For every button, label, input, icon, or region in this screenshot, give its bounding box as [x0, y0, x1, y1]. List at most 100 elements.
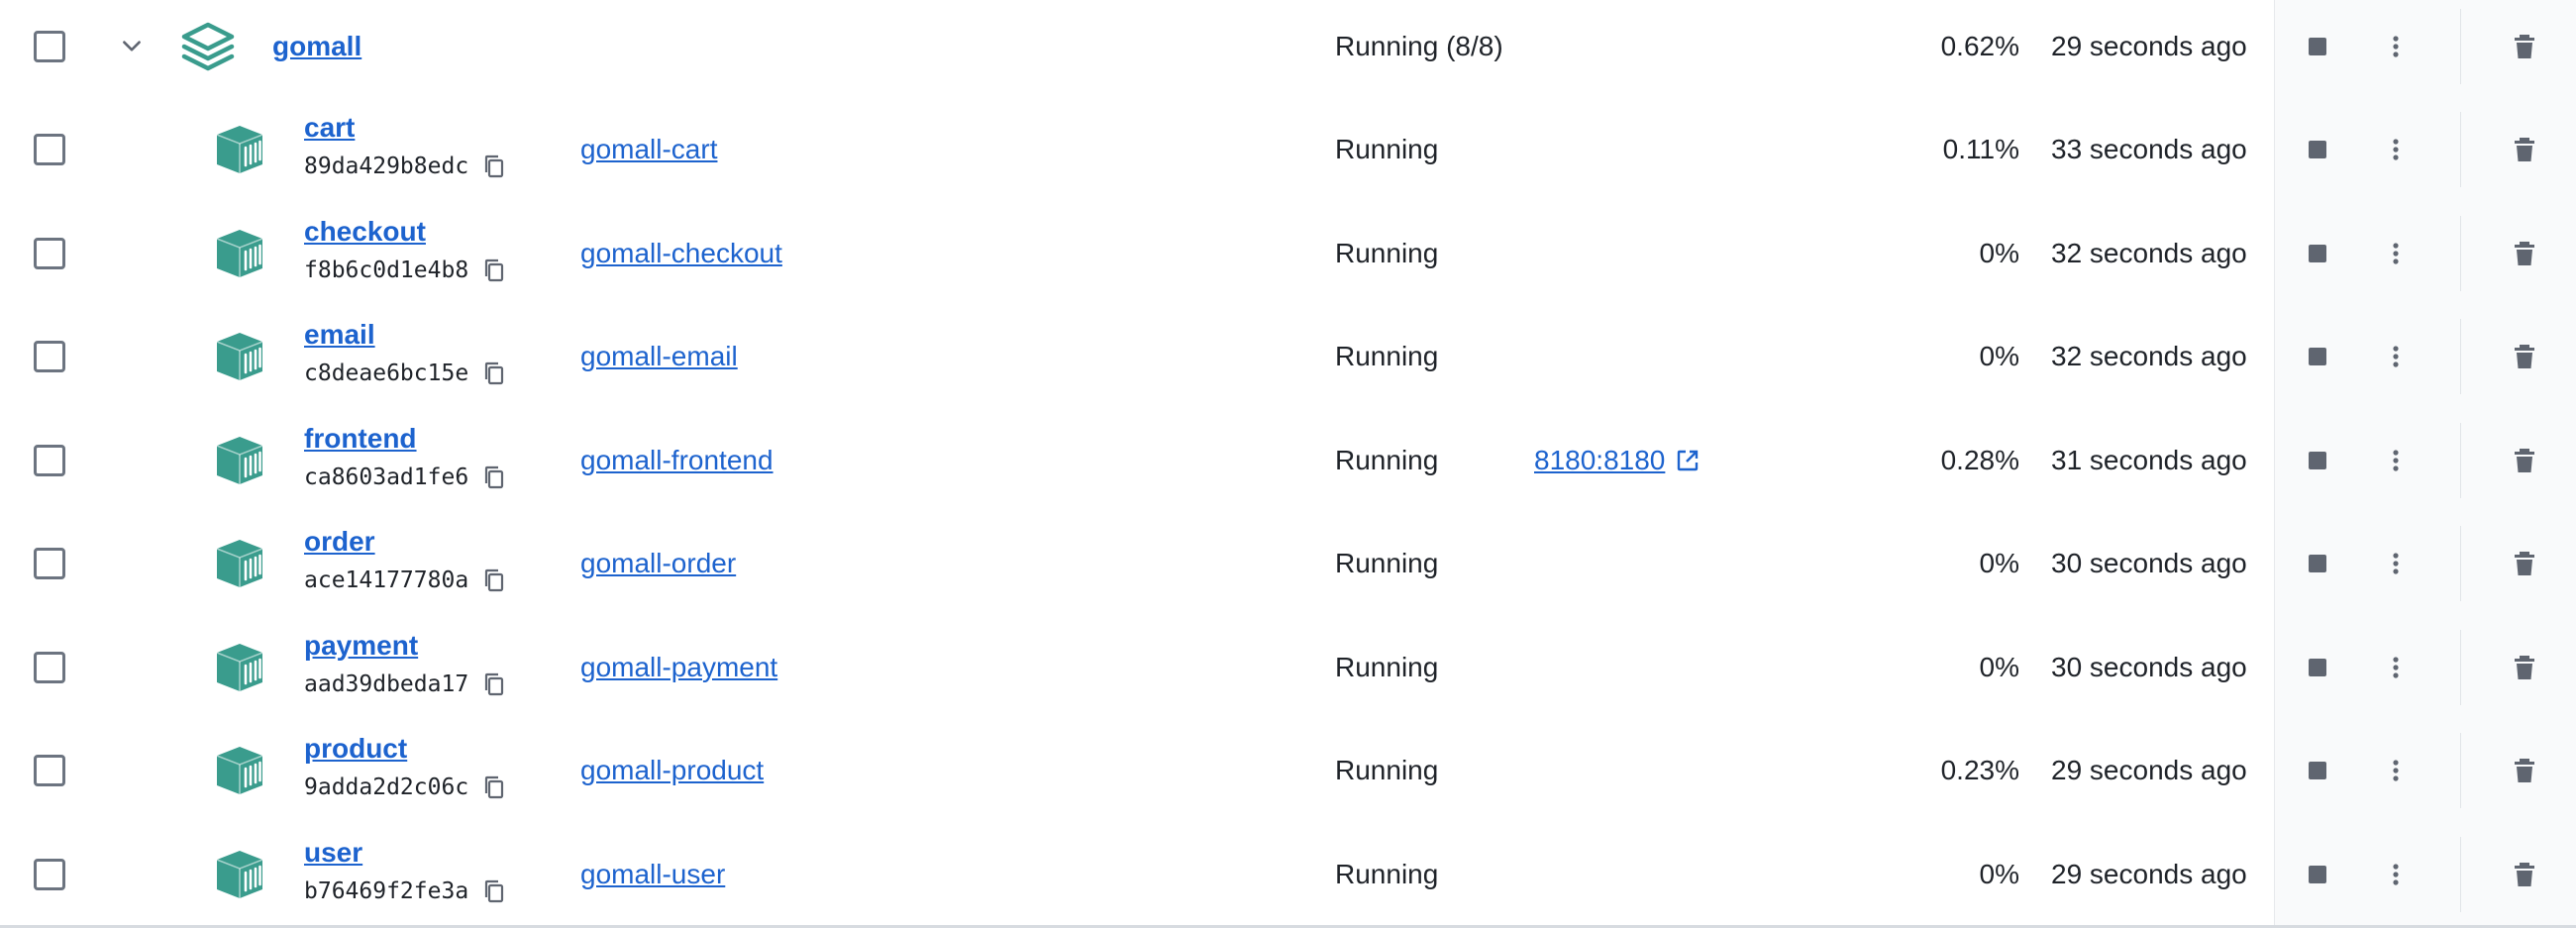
stop-icon[interactable]: [2307, 243, 2328, 264]
action-separator: [2460, 836, 2461, 912]
container-icon: [216, 540, 263, 587]
container-id-text: 9adda2d2c06c: [304, 774, 469, 800]
image-link[interactable]: gomall-user: [580, 859, 725, 890]
trash-icon[interactable]: [2510, 32, 2539, 61]
copy-icon[interactable]: [482, 258, 506, 283]
container-id: b76469f2fe3a: [304, 878, 506, 904]
trash-icon[interactable]: [2510, 342, 2539, 371]
stop-icon[interactable]: [2307, 346, 2328, 367]
container-id-text: ca8603ad1fe6: [304, 464, 469, 490]
stop-icon[interactable]: [2307, 450, 2328, 471]
container-cpu: 0.28%: [1940, 444, 2019, 475]
copy-icon[interactable]: [482, 671, 506, 697]
container-started: 33 seconds ago: [2051, 134, 2247, 164]
trash-icon[interactable]: [2510, 135, 2539, 164]
port-link[interactable]: 8180:8180: [1534, 445, 1700, 476]
container-row: order ace14177780a gomall-order Running …: [0, 512, 2576, 615]
container-name-link[interactable]: frontend: [304, 423, 417, 455]
trash-icon[interactable]: [2510, 549, 2539, 578]
container-id: ca8603ad1fe6: [304, 464, 506, 490]
row-checkbox[interactable]: [34, 651, 65, 683]
more-vertical-icon[interactable]: [2381, 549, 2411, 578]
action-separator: [2460, 422, 2461, 498]
container-name-link[interactable]: order: [304, 526, 375, 558]
port-text[interactable]: 8180:8180: [1534, 445, 1665, 476]
row-checkbox[interactable]: [34, 444, 65, 476]
image-link[interactable]: gomall-product: [580, 755, 764, 786]
more-vertical-icon[interactable]: [2381, 135, 2411, 164]
container-cpu: 0%: [1979, 858, 2019, 889]
copy-icon[interactable]: [482, 567, 506, 593]
container-name-link[interactable]: product: [304, 733, 407, 765]
stack-icon: [181, 22, 235, 71]
copy-icon[interactable]: [482, 774, 506, 800]
image-link[interactable]: gomall-payment: [580, 652, 777, 683]
row-checkbox[interactable]: [34, 134, 65, 165]
image-link[interactable]: gomall-email: [580, 341, 738, 372]
external-link-icon[interactable]: [1675, 448, 1700, 473]
container-name-link[interactable]: user: [304, 837, 362, 869]
image-link[interactable]: gomall-cart: [580, 134, 717, 165]
stop-icon[interactable]: [2307, 864, 2328, 885]
container-icon: [216, 229, 263, 277]
row-checkbox[interactable]: [34, 858, 65, 890]
container-icon: [216, 747, 263, 794]
trash-icon[interactable]: [2510, 756, 2539, 785]
stop-icon[interactable]: [2307, 139, 2328, 160]
container-status: Running: [1335, 134, 1439, 164]
stop-icon[interactable]: [2307, 36, 2328, 57]
stop-icon[interactable]: [2307, 553, 2328, 574]
image-link[interactable]: gomall-order: [580, 548, 736, 579]
container-id: aad39dbeda17: [304, 671, 506, 697]
trash-icon[interactable]: [2510, 653, 2539, 682]
container-id: c8deae6bc15e: [304, 361, 506, 386]
row-checkbox[interactable]: [34, 31, 65, 62]
action-separator: [2460, 319, 2461, 394]
copy-icon[interactable]: [482, 878, 506, 904]
more-vertical-icon[interactable]: [2381, 239, 2411, 268]
container-row: user b76469f2fe3a gomall-user Running 0%…: [0, 823, 2576, 926]
more-vertical-icon[interactable]: [2381, 446, 2411, 475]
trash-icon[interactable]: [2510, 860, 2539, 889]
group-status: Running (8/8): [1335, 31, 1503, 61]
container-name-link[interactable]: checkout: [304, 216, 426, 248]
stop-icon[interactable]: [2307, 657, 2328, 678]
row-checkbox[interactable]: [34, 341, 65, 372]
chevron-down-icon[interactable]: [119, 34, 145, 59]
container-status: Running: [1335, 341, 1439, 371]
image-link[interactable]: gomall-checkout: [580, 238, 782, 269]
container-started: 30 seconds ago: [2051, 651, 2247, 682]
container-started: 31 seconds ago: [2051, 444, 2247, 475]
more-vertical-icon[interactable]: [2381, 756, 2411, 785]
container-id: f8b6c0d1e4b8: [304, 258, 506, 283]
image-link[interactable]: gomall-frontend: [580, 445, 773, 476]
copy-icon[interactable]: [482, 361, 506, 386]
more-vertical-icon[interactable]: [2381, 653, 2411, 682]
container-id-text: b76469f2fe3a: [304, 877, 469, 904]
more-vertical-icon[interactable]: [2381, 860, 2411, 889]
stop-icon[interactable]: [2307, 760, 2328, 781]
action-separator: [2460, 9, 2461, 84]
container-name-link[interactable]: payment: [304, 630, 418, 662]
group-name-link[interactable]: gomall: [272, 31, 361, 62]
group-started: 29 seconds ago: [2051, 31, 2247, 61]
container-started: 32 seconds ago: [2051, 237, 2247, 268]
row-checkbox[interactable]: [34, 755, 65, 786]
action-separator: [2460, 526, 2461, 601]
trash-icon[interactable]: [2510, 239, 2539, 268]
row-checkbox[interactable]: [34, 548, 65, 579]
copy-icon[interactable]: [482, 154, 506, 179]
container-name-link[interactable]: email: [304, 319, 375, 351]
trash-icon[interactable]: [2510, 446, 2539, 475]
copy-icon[interactable]: [482, 464, 506, 490]
container-name-link[interactable]: cart: [304, 112, 355, 144]
more-vertical-icon[interactable]: [2381, 32, 2411, 61]
more-vertical-icon[interactable]: [2381, 342, 2411, 371]
container-icon: [216, 126, 263, 173]
container-status: Running: [1335, 858, 1439, 889]
container-cpu: 0%: [1979, 548, 2019, 578]
container-icon: [216, 643, 263, 691]
row-checkbox[interactable]: [34, 237, 65, 269]
container-cpu: 0.23%: [1940, 755, 2019, 785]
container-row: frontend ca8603ad1fe6 gomall-frontend Ru…: [0, 409, 2576, 512]
